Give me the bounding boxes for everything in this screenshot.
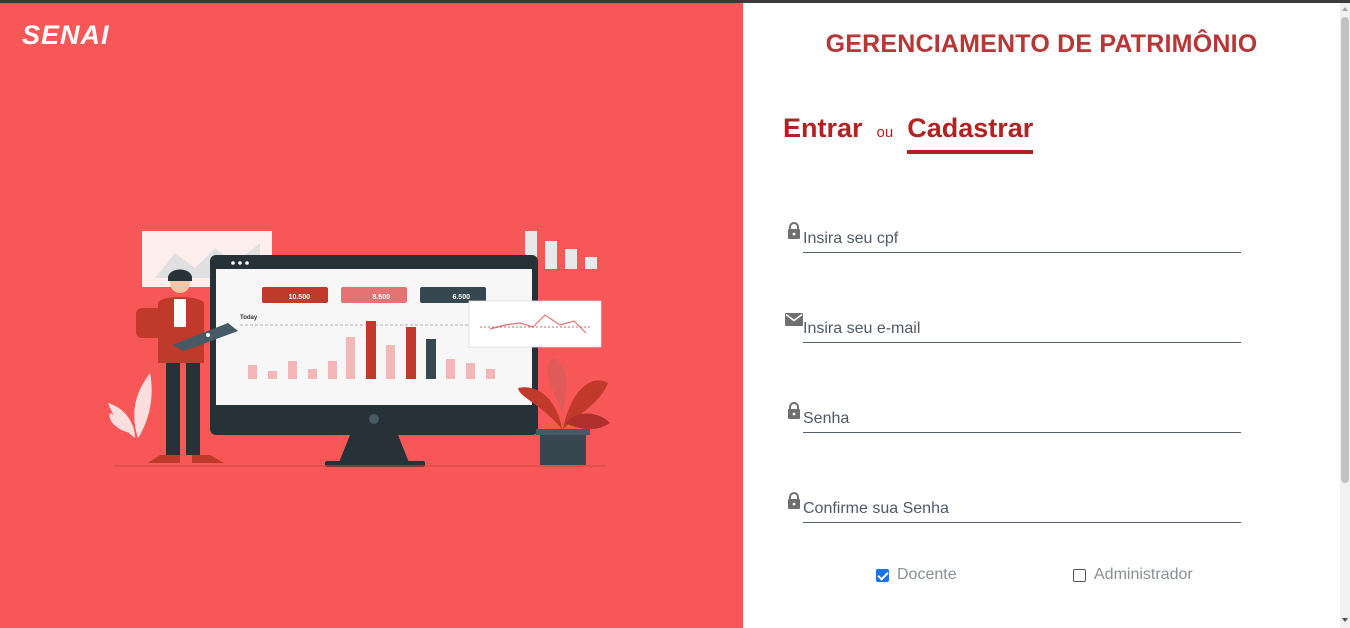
scroll-up-arrow-icon[interactable]: [1342, 7, 1348, 11]
stat-card-value: 10.500: [289, 294, 311, 301]
administrador-label: Administrador: [1094, 566, 1193, 583]
lock-icon: [788, 222, 800, 239]
tab-register[interactable]: Cadastrar: [907, 113, 1034, 154]
confirm-password-field: [783, 491, 1243, 531]
password-input[interactable]: [803, 405, 1241, 433]
stat-card-value: 8.500: [372, 294, 390, 301]
role-options: Docente Administrador: [743, 566, 1340, 588]
stat-card-value: 6.500: [452, 294, 470, 301]
tab-login[interactable]: Entrar: [783, 113, 863, 144]
email-field: [783, 311, 1243, 351]
email-input[interactable]: [803, 315, 1241, 343]
scroll-down-arrow-icon[interactable]: [1342, 618, 1348, 622]
scrollbar-thumb[interactable]: [1341, 17, 1349, 483]
lock-icon: [788, 492, 800, 509]
dashboard-illustration: 10.500 8.500 6.500 Today: [108, 231, 610, 467]
password-field: [783, 401, 1243, 441]
signup-panel: GERENCIAMENTO DE PATRIMÔNIO Entrar ou Ca…: [743, 3, 1340, 628]
role-docente-option[interactable]: Docente: [876, 566, 957, 584]
cpf-field: [783, 221, 1243, 261]
role-administrador-option[interactable]: Administrador: [1073, 566, 1193, 584]
administrador-checkbox[interactable]: [1073, 568, 1086, 582]
mail-icon: [785, 313, 803, 326]
tab-separator: ou: [876, 124, 894, 141]
cpf-input[interactable]: [803, 225, 1241, 253]
vertical-scrollbar[interactable]: [1340, 3, 1350, 628]
confirm-password-input[interactable]: [803, 495, 1241, 523]
brand-panel: SENAI 10.500 8.500 6.500 Today: [0, 3, 743, 628]
senai-logo: SENAI: [22, 20, 110, 50]
lock-icon: [788, 402, 800, 419]
docente-label: Docente: [897, 566, 957, 583]
auth-tabs: Entrar ou Cadastrar: [783, 113, 1034, 154]
docente-checkbox[interactable]: [876, 568, 889, 582]
chart-caption: Today: [240, 315, 258, 321]
page-title: GERENCIAMENTO DE PATRIMÔNIO: [825, 30, 1258, 58]
